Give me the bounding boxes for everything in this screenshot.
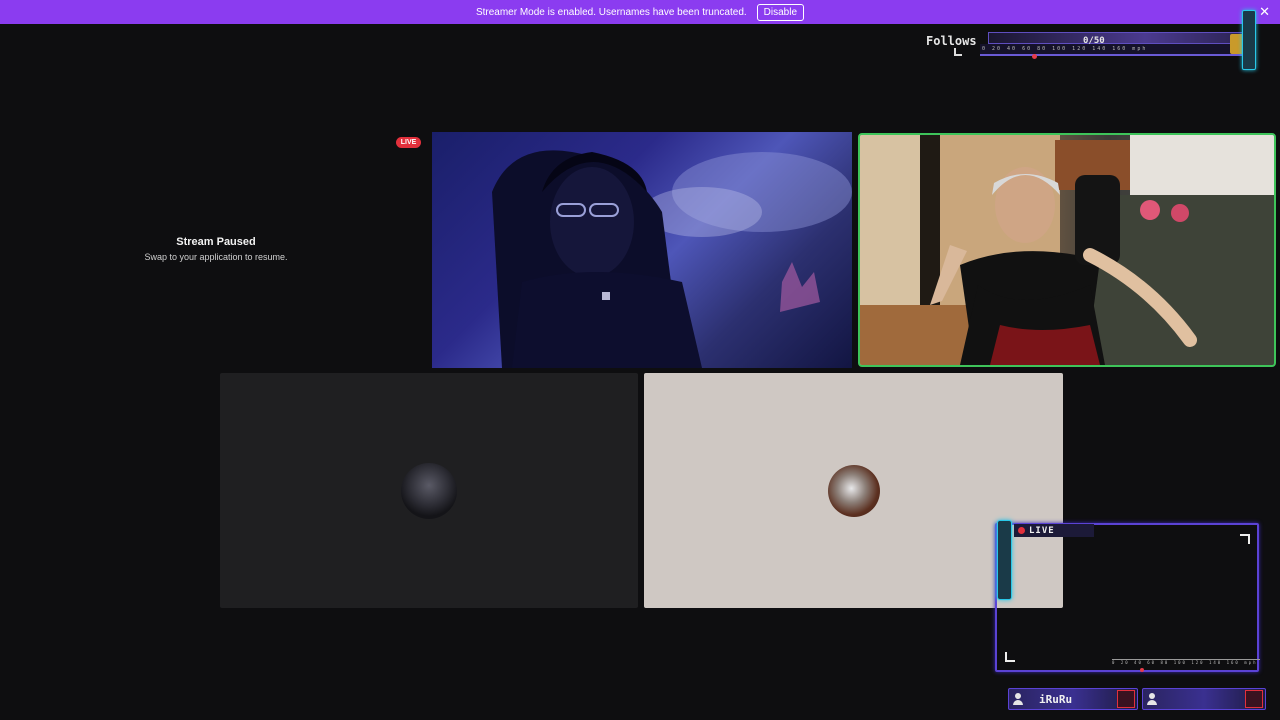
follows-gauge-ticks: 0 20 40 60 80 100 120 140 160 mph bbox=[982, 46, 1148, 52]
video-tile-1[interactable] bbox=[432, 132, 852, 368]
plate-tag-icon bbox=[1117, 690, 1135, 708]
corner-bracket-bl bbox=[1005, 652, 1015, 662]
disable-streamer-mode-button[interactable]: Disable bbox=[756, 3, 805, 21]
name-plate-1: iRuRu bbox=[1008, 688, 1138, 710]
user-icon bbox=[1013, 693, 1023, 705]
name-plate-name-1: iRuRu bbox=[1039, 692, 1073, 706]
user-icon bbox=[1147, 693, 1157, 705]
live-tag: LIVE bbox=[1014, 524, 1094, 537]
live-dot-icon bbox=[1018, 527, 1025, 534]
follows-label: Follows bbox=[926, 34, 977, 48]
corner-bracket-tr bbox=[1240, 534, 1250, 544]
video-tile-2-speaking[interactable] bbox=[858, 133, 1276, 367]
name-plate-2 bbox=[1142, 688, 1266, 710]
corner-bracket bbox=[954, 48, 962, 56]
camera-feed-1 bbox=[492, 150, 852, 368]
plate-tag-icon bbox=[1245, 690, 1263, 708]
follows-overlay: Follows 0/50 0 20 40 60 80 100 120 140 1… bbox=[926, 10, 1266, 70]
live-badge: LIVE bbox=[396, 137, 421, 148]
live-gauge-needle bbox=[1140, 668, 1144, 672]
user-avatar-1 bbox=[401, 462, 457, 519]
stream-paused-title: Stream Paused bbox=[176, 236, 256, 248]
stream-paused-subtitle: Swap to your application to resume. bbox=[144, 252, 288, 262]
camera-feed-2 bbox=[860, 135, 1274, 365]
avatar-tile-1[interactable] bbox=[220, 373, 638, 608]
streamer-mode-banner: Streamer Mode is enabled. Usernames have… bbox=[0, 0, 1280, 24]
live-gauge-ticks: 0 20 40 60 80 100 120 140 160 mph bbox=[1112, 659, 1260, 668]
close-icon[interactable]: ✕ bbox=[1259, 4, 1270, 20]
overlay-side-pill bbox=[1242, 10, 1256, 70]
live-tag-text: LIVE bbox=[1029, 525, 1055, 536]
follows-count: 0/50 bbox=[1083, 36, 1105, 46]
follows-bar-top bbox=[988, 32, 1250, 44]
live-frame-overlay bbox=[995, 523, 1259, 672]
live-side-pill bbox=[997, 520, 1012, 600]
user-avatar-2 bbox=[827, 464, 880, 517]
banner-message: Streamer Mode is enabled. Usernames have… bbox=[475, 6, 747, 18]
gauge-needle bbox=[1032, 54, 1037, 59]
